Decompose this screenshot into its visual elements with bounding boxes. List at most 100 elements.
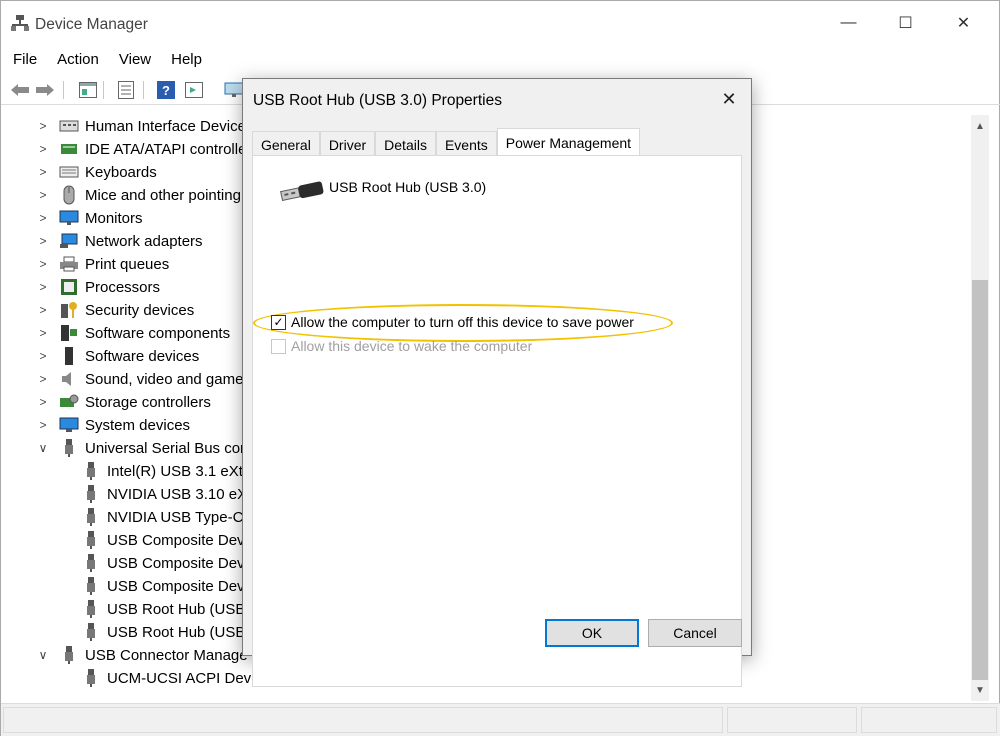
tree-item-label: Processors — [85, 278, 161, 296]
forward-button[interactable] — [34, 80, 56, 100]
tree-item-software-components[interactable]: > Software components — [36, 322, 230, 344]
expand-chevron-icon[interactable]: > — [36, 280, 50, 294]
menu-help[interactable]: Help — [159, 48, 210, 72]
menu-view[interactable]: View — [107, 48, 159, 72]
title-bar[interactable]: Device Manager — ☐ ✕ — [1, 1, 1000, 45]
tab-power-management[interactable]: Power Management — [496, 128, 641, 156]
tree-item-security-devices[interactable]: > Security devices — [36, 299, 194, 321]
scrollbar-thumb[interactable] — [972, 280, 988, 680]
tree-item-label: System devices — [85, 416, 191, 434]
allow-turn-off-checkbox[interactable]: ✓ — [271, 314, 286, 330]
tree-item-usb-child[interactable]: USB Composite Devi — [81, 575, 248, 597]
tree-item-label: USB Root Hub (USB 3 — [107, 600, 258, 618]
maximize-button[interactable]: ☐ — [878, 1, 933, 45]
tree-item-processors[interactable]: > Processors — [36, 276, 160, 298]
tree-item-usb-child[interactable]: USB Composite Devi — [81, 552, 248, 574]
allow-wake-checkbox — [271, 338, 286, 354]
expand-chevron-icon[interactable]: > — [36, 165, 50, 179]
expand-chevron-icon[interactable]: > — [36, 142, 50, 156]
help-button[interactable]: ? — [155, 80, 177, 100]
tab-details[interactable]: Details — [375, 131, 436, 156]
tree-item-usb-child[interactable]: USB Composite Devi — [81, 529, 248, 551]
status-pane — [3, 707, 723, 733]
usb-icon — [81, 554, 101, 572]
tree-item-usb-child[interactable]: USB Root Hub (USB 3 — [81, 621, 258, 643]
tree-item-monitors[interactable]: > Monitors — [36, 207, 142, 229]
minimize-button[interactable]: — — [821, 1, 876, 45]
status-pane — [861, 707, 997, 733]
tree-item-universal-serial-bus[interactable]: ∨ Universal Serial Bus cont — [36, 437, 253, 459]
tree-item-usb-child[interactable]: NVIDIA USB Type-C P — [81, 506, 258, 528]
ok-button[interactable]: OK — [545, 619, 639, 647]
toolbar-separator — [103, 81, 104, 99]
tree-item-system-devices[interactable]: > System devices — [36, 414, 190, 436]
expand-chevron-icon[interactable]: > — [36, 303, 50, 317]
scroll-up-icon[interactable]: ▲ — [971, 117, 989, 135]
collapse-chevron-icon[interactable]: ∨ — [36, 441, 50, 455]
tree-item-usb-child[interactable]: NVIDIA USB 3.10 eXte — [81, 483, 260, 505]
minimize-icon: — — [840, 14, 857, 31]
close-button[interactable]: ✕ — [936, 1, 991, 45]
expand-chevron-icon[interactable]: > — [36, 418, 50, 432]
network-adapter-icon — [59, 232, 79, 250]
allow-turn-off-label: Allow the computer to turn off this devi… — [291, 314, 634, 330]
tree-item-label: NVIDIA USB 3.10 eXte — [107, 485, 260, 503]
cancel-button[interactable]: Cancel — [648, 619, 742, 647]
tree-item-ide-ata-atapi-controllers[interactable]: > IDE ATA/ATAPI controllers — [36, 138, 259, 160]
power-management-panel: USB Root Hub (USB 3.0) ✓ Allow the compu… — [252, 155, 742, 687]
tree-item-label: Software components — [85, 324, 231, 342]
maximize-icon: ☐ — [898, 15, 913, 32]
expand-chevron-icon[interactable]: > — [36, 395, 50, 409]
expand-chevron-icon[interactable]: > — [36, 372, 50, 386]
expand-chevron-icon[interactable]: > — [36, 326, 50, 340]
dialog-close-button[interactable]: ✕ — [713, 85, 745, 113]
expand-chevron-icon[interactable]: > — [36, 211, 50, 225]
window-title: Device Manager — [35, 16, 148, 33]
tree-item-label: USB Composite Devi — [107, 577, 248, 595]
usb-icon — [81, 577, 101, 595]
tab-driver[interactable]: Driver — [319, 131, 376, 156]
tree-item-sound-video-game[interactable]: > Sound, video and game — [36, 368, 243, 390]
expand-chevron-icon[interactable]: > — [36, 349, 50, 363]
vertical-scrollbar[interactable]: ▲ ▼ — [971, 115, 989, 701]
properties-icon — [79, 82, 97, 98]
tree-item-label: IDE ATA/ATAPI controllers — [85, 140, 259, 158]
tree-item-storage-controllers[interactable]: > Storage controllers — [36, 391, 210, 413]
tree-item-usb-connector-managers[interactable]: ∨ USB Connector Manage — [36, 644, 248, 666]
tree-item-software-devices[interactable]: > Software devices — [36, 345, 199, 367]
tree-item-human-interface-devices[interactable]: > Human Interface Devices — [36, 115, 253, 137]
ide-controller-icon — [59, 140, 79, 158]
tree-item-mice[interactable]: > Mice and other pointing — [36, 184, 241, 206]
tree-item-label: NVIDIA USB Type-C P — [107, 508, 258, 526]
tree-item-usb-child[interactable]: USB Root Hub (USB 3 — [81, 598, 258, 620]
back-button[interactable] — [9, 80, 31, 100]
tree-item-label: Software devices — [85, 347, 200, 365]
software-device-icon — [59, 347, 79, 365]
tree-item-label: USB Root Hub (USB 3 — [107, 623, 258, 641]
device-name: USB Root Hub (USB 3.0) — [329, 179, 487, 195]
menu-action[interactable]: Action — [45, 48, 107, 72]
tab-events[interactable]: Events — [435, 131, 497, 156]
allow-turn-off-option[interactable]: ✓ Allow the computer to turn off this de… — [271, 314, 634, 330]
expand-chevron-icon[interactable]: > — [36, 234, 50, 248]
tree-item-label: USB Composite Devi — [107, 554, 248, 572]
expand-chevron-icon[interactable]: > — [36, 257, 50, 271]
tree-item-usb-child[interactable]: Intel(R) USB 3.1 eXte — [81, 460, 251, 482]
update-driver-button[interactable] — [183, 80, 205, 100]
properties-button[interactable] — [77, 80, 99, 100]
usb-icon — [59, 439, 79, 457]
tree-item-label: Universal Serial Bus cont — [85, 439, 253, 457]
tree-item-ucm-ucsi[interactable]: UCM-UCSI ACPI Device — [81, 667, 270, 689]
tab-general[interactable]: General — [252, 131, 320, 156]
expand-chevron-icon[interactable]: > — [36, 119, 50, 133]
collapse-chevron-icon[interactable]: ∨ — [36, 648, 50, 662]
tree-item-print-queues[interactable]: > Print queues — [36, 253, 169, 275]
scroll-down-icon[interactable]: ▼ — [971, 681, 989, 699]
expand-chevron-icon[interactable]: > — [36, 188, 50, 202]
tree-item-keyboards[interactable]: > Keyboards — [36, 161, 156, 183]
menu-file[interactable]: File — [1, 48, 45, 72]
tree-item-network-adapters[interactable]: > Network adapters — [36, 230, 202, 252]
usb-icon — [81, 508, 101, 526]
device-list-button[interactable] — [115, 80, 137, 100]
usb-icon — [59, 646, 79, 664]
